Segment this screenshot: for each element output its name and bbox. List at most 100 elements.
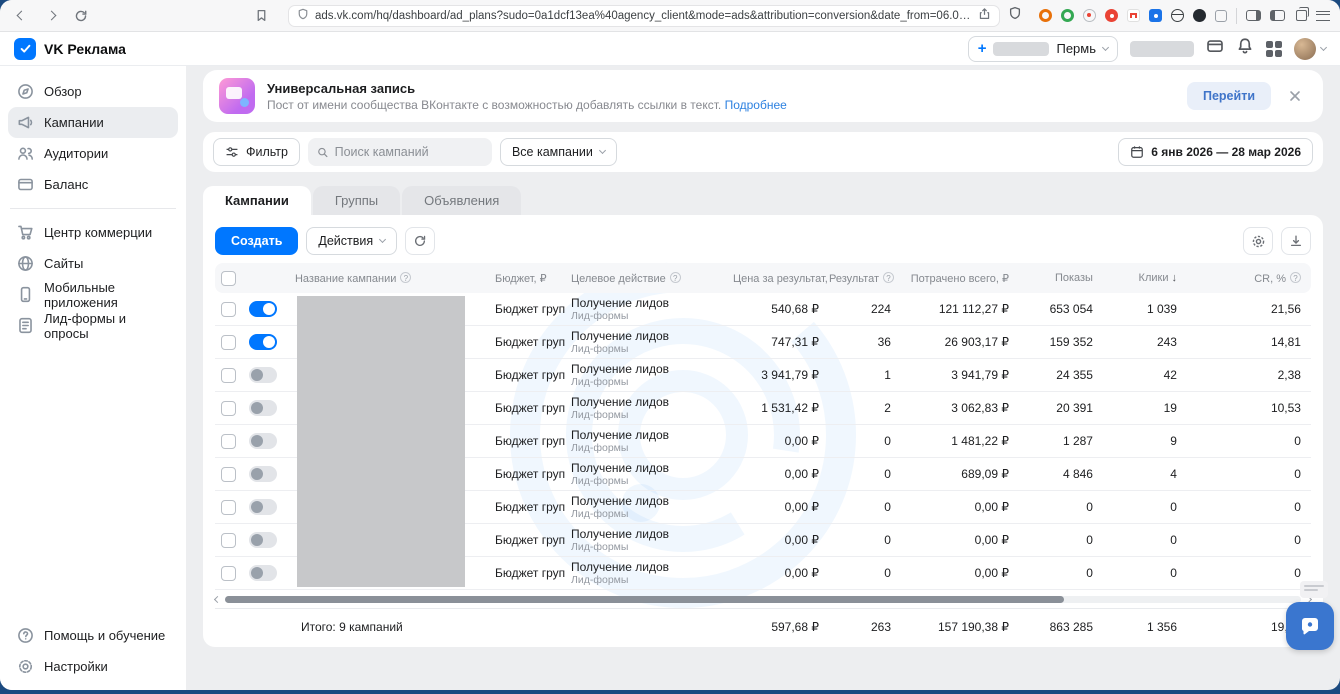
search-input[interactable] — [308, 138, 492, 166]
campaign-toggle[interactable] — [249, 400, 277, 416]
col-action[interactable]: Целевое действие — [571, 273, 666, 285]
sidebar-item-help[interactable]: Помощь и обучение — [8, 620, 178, 651]
extension-icon-green[interactable] — [1061, 9, 1074, 22]
gmail-icon[interactable] — [1127, 9, 1140, 22]
menu-icon[interactable] — [1316, 11, 1330, 21]
info-icon[interactable]: ? — [883, 272, 894, 283]
forward-button[interactable] — [40, 5, 62, 27]
puzzle-extension-icon[interactable] — [1215, 10, 1227, 22]
reload-button[interactable] — [70, 5, 92, 27]
col-name[interactable]: Название кампании — [295, 273, 396, 285]
extension-icon-record[interactable] — [1083, 9, 1096, 22]
campaign-toggle[interactable] — [249, 565, 277, 581]
row-checkbox[interactable] — [221, 335, 236, 350]
sidebar-item-mobile-apps[interactable]: Мобильные приложения — [8, 279, 178, 310]
apps-grid-icon[interactable] — [1266, 41, 1282, 57]
copy-icon[interactable] — [1296, 10, 1307, 21]
clicks-cell: 1 039 — [1103, 293, 1187, 326]
split-view-icon[interactable] — [1246, 10, 1261, 21]
extension-icon-red[interactable] — [1105, 9, 1118, 22]
privacy-shield-icon[interactable] — [1008, 6, 1022, 25]
github-icon[interactable] — [1193, 9, 1206, 22]
sidebar-item-balance[interactable]: Баланс — [8, 169, 178, 200]
bell-icon[interactable] — [1236, 37, 1254, 60]
row-checkbox[interactable] — [221, 302, 236, 317]
col-shows[interactable]: Показы — [1055, 272, 1093, 284]
filter-bar: Фильтр Все кампании 6 янв 2026 — 28 мар … — [203, 132, 1323, 172]
export-button[interactable] — [1281, 227, 1311, 255]
info-icon[interactable]: ? — [670, 272, 681, 283]
extension-icon-blue[interactable] — [1149, 9, 1162, 22]
row-checkbox[interactable] — [221, 500, 236, 515]
col-budget[interactable]: Бюджет, ₽ — [495, 273, 547, 285]
address-bar[interactable]: ads.vk.com/hq/dashboard/ad_plans?sudo=0a… — [288, 5, 1000, 27]
extension-icon-orange[interactable] — [1039, 9, 1052, 22]
support-chat-button[interactable] — [1286, 602, 1334, 650]
col-spent[interactable]: Потрачено всего, ₽ — [911, 273, 1009, 285]
campaign-toggle[interactable] — [249, 433, 277, 449]
more-link[interactable]: Подробнее — [725, 98, 787, 112]
go-button[interactable]: Перейти — [1187, 82, 1271, 110]
col-cpr[interactable]: Цена за результат, ₽ — [733, 273, 829, 285]
region-label: Пермь — [1056, 41, 1096, 56]
table-settings-button[interactable] — [1243, 227, 1273, 255]
region-select[interactable]: + Пермь — [968, 36, 1118, 62]
campaign-toggle[interactable] — [249, 301, 277, 317]
row-checkbox[interactable] — [221, 566, 236, 581]
campaign-scope-select[interactable]: Все кампании — [500, 138, 617, 166]
col-cr[interactable]: CR, % — [1254, 273, 1286, 285]
sidebar-item-campaigns[interactable]: Кампании — [8, 107, 178, 138]
info-icon[interactable]: ? — [1290, 272, 1301, 283]
tab-ads[interactable]: Объявления — [402, 186, 521, 215]
globe-extension-icon[interactable] — [1171, 9, 1184, 22]
row-checkbox[interactable] — [221, 401, 236, 416]
clicks-cell: 9 — [1103, 425, 1187, 458]
horizontal-scrollbar[interactable] — [215, 593, 1311, 605]
col-result[interactable]: Результат — [829, 273, 879, 285]
profile-menu[interactable] — [1294, 38, 1326, 60]
select-all-checkbox[interactable] — [221, 271, 236, 286]
filter-button[interactable]: Фильтр — [213, 138, 300, 166]
objective-cell: Получение лидов Лид-формы — [565, 491, 733, 524]
row-checkbox[interactable] — [221, 434, 236, 449]
campaign-toggle[interactable] — [249, 334, 277, 350]
sidebar-toggle-icon[interactable] — [1270, 10, 1285, 21]
sidebar-item-overview[interactable]: Обзор — [8, 76, 178, 107]
bookmark-icon[interactable] — [250, 5, 272, 27]
create-button[interactable]: Создать — [215, 227, 298, 255]
campaign-toggle[interactable] — [249, 532, 277, 548]
close-icon[interactable] — [1283, 84, 1307, 108]
date-range-button[interactable]: 6 янв 2026 — 28 мар 2026 — [1118, 138, 1313, 166]
row-checkbox[interactable] — [221, 368, 236, 383]
info-icon[interactable]: ? — [400, 272, 411, 283]
share-icon[interactable] — [978, 7, 991, 25]
scrollbar-thumb[interactable] — [225, 596, 1064, 603]
row-checkbox[interactable] — [221, 533, 236, 548]
plus-icon: + — [978, 41, 987, 56]
col-clicks[interactable]: Клики — [1139, 272, 1169, 284]
scroll-left-icon[interactable] — [214, 595, 221, 602]
spent-cell: 3 062,83 ₽ — [901, 392, 1019, 425]
campaign-toggle[interactable] — [249, 499, 277, 515]
sidebar-item-lead-forms[interactable]: Лид-формы и опросы — [8, 310, 178, 341]
sidebar-item-commerce-center[interactable]: Центр коммерции — [8, 217, 178, 248]
refresh-button[interactable] — [405, 227, 435, 255]
campaign-toggle[interactable] — [249, 367, 277, 383]
campaign-toggle[interactable] — [249, 466, 277, 482]
objective-cell: Получение лидов Лид-формы — [565, 392, 733, 425]
sidebar-item-audiences[interactable]: Аудитории — [8, 138, 178, 169]
sidebar-item-sites[interactable]: Сайты — [8, 248, 178, 279]
tab-campaigns[interactable]: Кампании — [203, 186, 311, 215]
globe-icon — [17, 255, 34, 272]
actions-button[interactable]: Действия — [306, 227, 397, 255]
scrollbar-track[interactable] — [225, 596, 1301, 603]
back-button[interactable] — [10, 5, 32, 27]
wallet-icon[interactable] — [1206, 37, 1224, 60]
tab-groups[interactable]: Группы — [313, 186, 400, 215]
totals-label: Итого: 9 кампаний — [215, 609, 489, 645]
sort-desc-icon[interactable]: ↓ — [1171, 272, 1177, 284]
spent-cell: 1 481,22 ₽ — [901, 425, 1019, 458]
row-checkbox[interactable] — [221, 467, 236, 482]
sidebar-item-settings[interactable]: Настройки — [8, 651, 178, 682]
brand[interactable]: VK Реклама — [14, 38, 126, 60]
